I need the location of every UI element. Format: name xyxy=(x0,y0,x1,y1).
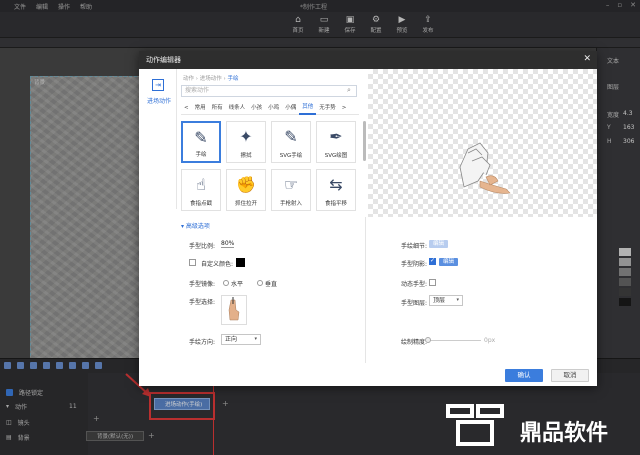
shadow-label: 手型阴影: xyxy=(401,261,428,268)
action-card[interactable]: ✒ SVG绘图 xyxy=(316,121,356,163)
action-card-label: SVG绘图 xyxy=(324,153,348,159)
category-tabs: < 常用 所有 线条人 小孩 小鸡 小偶 其他 无手势 > xyxy=(181,103,359,115)
hand-layer-label: 手型图层: xyxy=(401,300,428,307)
breadcrumb: 动作 › 进场动作 › 手绘 xyxy=(183,76,239,82)
mirror-vertical-label: 垂直 xyxy=(265,281,278,288)
hand-select-label: 手型选择: xyxy=(189,299,216,306)
advanced-options-label: 高级选项 xyxy=(185,223,210,230)
magic-wand-icon: ✦ xyxy=(239,127,253,146)
precision-slider-track[interactable] xyxy=(429,340,481,341)
custom-color-label: 自定义颜色: xyxy=(201,261,234,268)
action-card[interactable]: ✎ 手绘 xyxy=(181,121,221,163)
hand-layer-select[interactable]: 顶层 ▾ xyxy=(429,295,463,306)
options-divider xyxy=(365,217,366,363)
hand-grab-icon: ✊ xyxy=(236,175,256,194)
category-tab[interactable]: 无手势 xyxy=(316,103,339,114)
action-card[interactable]: ☞ 手枪射入 xyxy=(271,169,311,211)
swipe-icon: ⇆ xyxy=(329,175,343,194)
detail-label: 手绘细节: xyxy=(401,243,428,250)
sidebar-item-entrance[interactable]: 进场动作 xyxy=(143,96,175,105)
watermark-text: 鼎品软件 xyxy=(520,421,609,446)
hand-preview-illustration xyxy=(459,142,511,194)
category-tab[interactable]: < xyxy=(181,103,192,114)
action-card[interactable]: ✦ 擦拭 xyxy=(226,121,266,163)
category-tab[interactable]: 小偶 xyxy=(282,103,299,114)
hand-thumbnail[interactable] xyxy=(221,295,247,325)
grid-scrollbar[interactable] xyxy=(363,121,366,161)
pen-feather-icon: ✒ xyxy=(329,127,343,146)
dynamic-hand-label: 动态手型: xyxy=(401,281,428,288)
chevron-down-icon: ▾ xyxy=(456,297,459,303)
direction-label: 手绘方向: xyxy=(189,339,216,346)
search-input[interactable]: 搜索动作 xyxy=(181,85,357,97)
custom-color-swatch[interactable] xyxy=(236,258,245,267)
mirror-vertical-radio[interactable] xyxy=(257,280,263,286)
mirror-label: 手型镜像: xyxy=(189,281,216,288)
dialog-header: 动作编辑器 ✕ xyxy=(139,51,597,69)
category-tab[interactable]: 小孩 xyxy=(248,103,265,114)
action-card-label: 食指点戳 xyxy=(189,201,212,207)
action-card-label: 擦拭 xyxy=(240,153,252,159)
breadcrumb-item[interactable]: 进场动作 xyxy=(200,76,222,82)
action-card-label: SVG手绘 xyxy=(279,153,303,159)
hand-point-icon: ☞ xyxy=(283,175,299,194)
watermark-logo xyxy=(446,404,504,446)
finger-tap-icon: ☝ xyxy=(196,175,206,194)
precision-value: 0px xyxy=(484,337,496,344)
dialog-sidebar: ⇥ 进场动作 xyxy=(139,69,177,209)
direction-select[interactable]: 正向 ▾ xyxy=(221,334,261,345)
breadcrumb-current: 手绘 xyxy=(227,76,239,82)
action-card[interactable]: ⇆ 食指平移 xyxy=(316,169,356,211)
hand-holding-pen-icon xyxy=(228,297,240,321)
mirror-horizontal-radio[interactable] xyxy=(223,280,229,286)
pen-icon: ✎ xyxy=(194,128,208,147)
advanced-options-header[interactable]: ▾ 高级选项 xyxy=(181,221,210,230)
custom-color-checkbox[interactable] xyxy=(189,259,196,266)
detail-edit-button[interactable]: 编辑 xyxy=(429,240,449,248)
direction-value: 正向 xyxy=(225,336,238,343)
cancel-button[interactable]: 取消 xyxy=(551,369,589,382)
mirror-horizontal-label: 水平 xyxy=(231,281,244,288)
action-card-label: 手绘 xyxy=(195,152,207,158)
action-card-label: 食指平移 xyxy=(324,201,347,207)
category-tab[interactable]: 所有 xyxy=(209,103,226,114)
category-tab[interactable]: 其他 xyxy=(299,102,317,115)
hand-scale-input[interactable]: 80% xyxy=(221,240,235,248)
breadcrumb-item[interactable]: 动作 xyxy=(183,76,194,82)
category-tab[interactable]: 线条人 xyxy=(226,103,249,114)
entrance-icon[interactable]: ⇥ xyxy=(152,79,164,91)
action-card[interactable]: ☝ 食指点戳 xyxy=(181,169,221,211)
hand-layer-value: 顶层 xyxy=(433,297,446,304)
action-card-label: 手枪射入 xyxy=(279,201,302,207)
action-grid: ✎ 手绘 ✦ 擦拭 ✎ SVG手绘 ✒ SVG绘图 ☝ 食指点戳 ✊ 抓住拉开 ☞ 手枪射入 ⇆ 食指平移 xyxy=(181,121,361,217)
precision-slider-knob[interactable] xyxy=(425,337,431,343)
chevron-down-icon: ▾ xyxy=(254,336,257,342)
action-card[interactable]: ✊ 抓住拉开 xyxy=(226,169,266,211)
dialog-title: 动作编辑器 xyxy=(146,56,181,64)
category-tab[interactable]: > xyxy=(339,103,350,114)
shadow-edit-button[interactable]: 编辑 xyxy=(439,258,459,266)
shadow-checkbox[interactable] xyxy=(429,257,436,265)
dynamic-hand-checkbox[interactable] xyxy=(429,279,436,286)
hand-scale-label: 手型比例: xyxy=(189,243,216,250)
action-editor-dialog: 动作编辑器 ✕ ⇥ 进场动作 动作 › 进场动作 › 手绘 搜索动作 ⌕ < 常用… xyxy=(139,51,597,386)
search-icon[interactable]: ⌕ xyxy=(347,86,351,95)
close-icon[interactable]: ✕ xyxy=(583,54,591,64)
precision-label: 绘制精度: xyxy=(401,339,428,346)
ok-button[interactable]: 确认 xyxy=(505,369,543,382)
category-tab[interactable]: 常用 xyxy=(192,103,209,114)
pen-icon: ✎ xyxy=(284,127,298,146)
category-tab[interactable]: 小鸡 xyxy=(265,103,282,114)
action-card-label: 抓住拉开 xyxy=(234,201,257,207)
action-card[interactable]: ✎ SVG手绘 xyxy=(271,121,311,163)
preview-area xyxy=(368,69,597,217)
